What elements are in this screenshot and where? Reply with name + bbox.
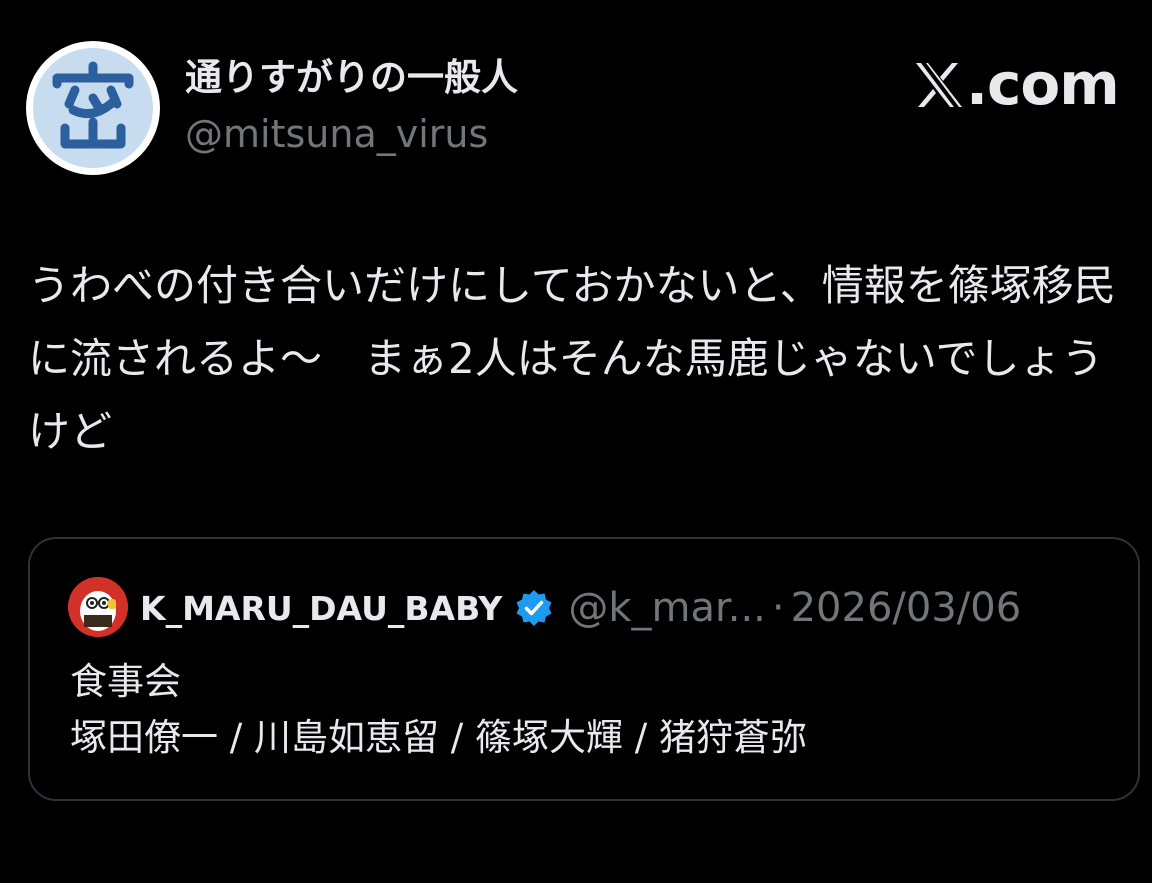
- secret-icon-glyph: [52, 61, 134, 149]
- quote-header: K_MARU_DAU_BABY @k_mar... · 2026/03/06: [140, 583, 1021, 633]
- quote-author-handle[interactable]: @k_mar...: [568, 585, 766, 631]
- author-handle[interactable]: @mitsuna_virus: [185, 112, 488, 158]
- mascot-icon: [68, 577, 128, 637]
- tweet-text: うわべの付き合いだけにしておかないと、情報を篠塚移民に流されるよ〜 まぁ2人はそ…: [28, 261, 1116, 456]
- quote-date[interactable]: 2026/03/06: [791, 585, 1022, 631]
- author-display-name[interactable]: 通りすがりの一般人: [185, 56, 518, 100]
- brand-domain: .com: [966, 50, 1120, 118]
- quote-text-line-2: 塚田僚一 / 川島如恵留 / 篠塚大輝 / 猪狩蒼弥: [70, 716, 807, 759]
- x-logo-icon: [916, 62, 962, 107]
- author-avatar[interactable]: [26, 41, 160, 175]
- quote-separator: ·: [771, 585, 785, 631]
- quote-author-name[interactable]: K_MARU_DAU_BABY: [140, 589, 502, 628]
- quote-text-line-1: 食事会: [70, 660, 181, 703]
- secret-icon: [33, 48, 153, 168]
- quote-body: 食事会 塚田僚一 / 川島如恵留 / 篠塚大輝 / 猪狩蒼弥: [70, 654, 807, 766]
- quoted-tweet-card[interactable]: K_MARU_DAU_BABY @k_mar... · 2026/03/06 食…: [28, 537, 1140, 801]
- verified-badge-icon: [514, 588, 554, 628]
- quote-author-avatar[interactable]: [68, 577, 128, 637]
- x-brand-logo: .com: [914, 50, 1120, 120]
